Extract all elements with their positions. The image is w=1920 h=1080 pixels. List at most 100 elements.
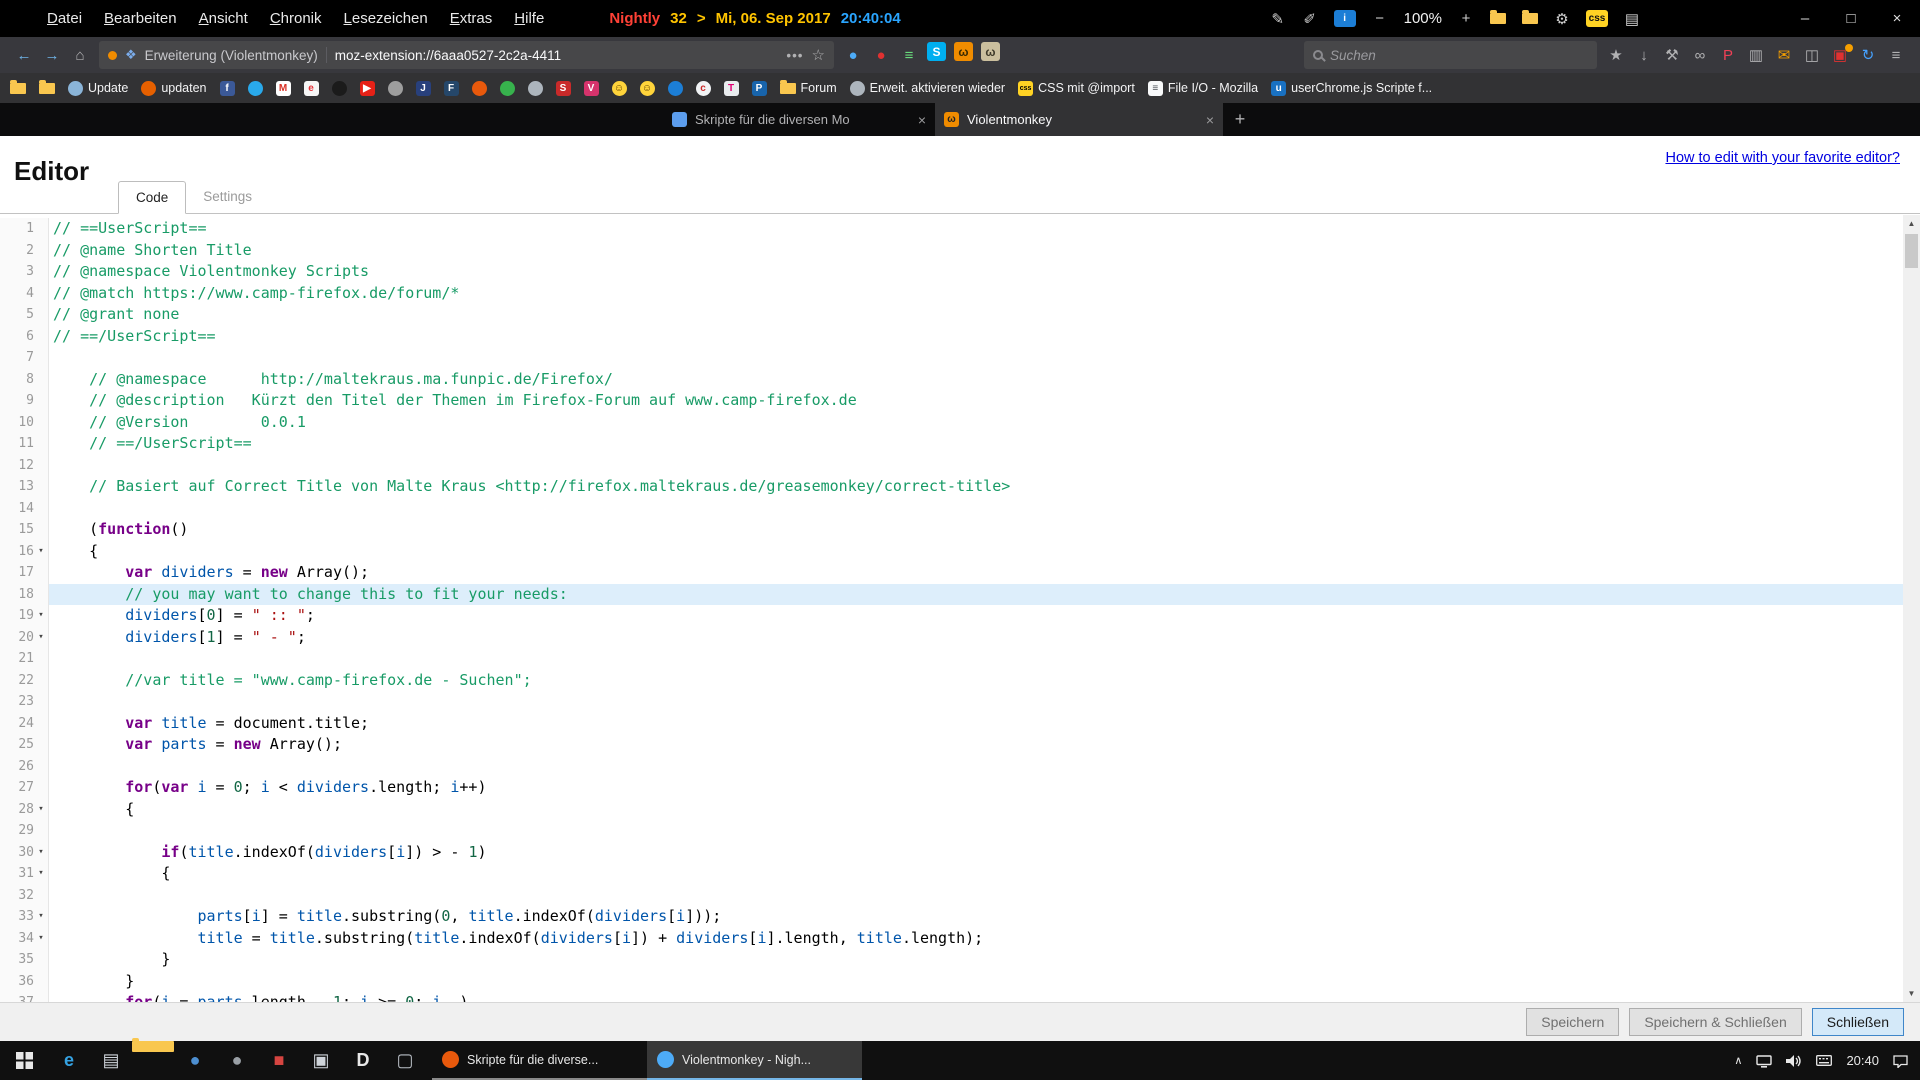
scroll-up-icon[interactable]: ▲ — [1903, 215, 1920, 232]
bookmark-item[interactable]: c — [696, 81, 711, 96]
code-line[interactable]: 32 — [0, 885, 1920, 907]
close-button[interactable]: × — [1874, 0, 1920, 37]
zoom-level-button[interactable]: 100% — [1404, 10, 1442, 27]
notes-icon[interactable]: ▤ — [1624, 10, 1640, 28]
fold-marker-icon[interactable]: ▾ — [34, 541, 49, 563]
edge-icon[interactable]: e — [48, 1041, 90, 1080]
code-line[interactable]: 7 — [0, 347, 1920, 369]
folder-export-icon[interactable] — [1522, 13, 1538, 24]
code-line[interactable]: 14 — [0, 498, 1920, 520]
fold-marker-icon[interactable]: ▾ — [34, 906, 49, 928]
mail-icon[interactable]: ✉ — [1770, 42, 1798, 68]
code-line[interactable]: 12 — [0, 455, 1920, 477]
menu-extras[interactable]: Extras — [439, 10, 504, 27]
bookmark-item[interactable]: Forum — [780, 81, 837, 95]
bookmark-item[interactable]: updaten — [141, 81, 206, 96]
bookmark-item[interactable] — [39, 83, 55, 94]
bookmark-item[interactable]: ▶ — [360, 81, 375, 96]
code-line[interactable]: 26 — [0, 756, 1920, 778]
bookmark-item[interactable]: cssCSS mit @import — [1018, 81, 1135, 96]
css-badge-icon[interactable]: css — [1586, 10, 1608, 27]
close-tab-icon[interactable]: × — [918, 112, 926, 128]
speichern-schließen-button[interactable]: Speichern & Schließen — [1629, 1008, 1801, 1036]
minimize-button[interactable]: – — [1782, 0, 1828, 37]
url-text[interactable]: moz-extension://6aaa0527-2c2a-4411 — [335, 48, 561, 63]
code-line[interactable]: 22 //var title = "www.camp-firefox.de - … — [0, 670, 1920, 692]
code-line[interactable]: 34▾ title = title.substring(title.indexO… — [0, 928, 1920, 950]
code-line[interactable]: 35 } — [0, 949, 1920, 971]
app-gray-icon[interactable]: ● — [216, 1041, 258, 1080]
scroll-down-icon[interactable]: ▼ — [1903, 985, 1920, 1002]
bookmark-item[interactable] — [248, 81, 263, 96]
sidebar-icon[interactable]: ◫ — [1798, 42, 1826, 68]
chevron-up-icon[interactable]: ∧ — [1734, 1054, 1742, 1067]
bookmark-item[interactable]: uuserChrome.js Scripte f... — [1271, 81, 1432, 96]
code-line[interactable]: 19▾ dividers[0] = " :: "; — [0, 605, 1920, 627]
bookmark-item[interactable]: e — [304, 81, 319, 96]
code-line[interactable]: 15 (function() — [0, 519, 1920, 541]
bookmark-item[interactable]: P — [752, 81, 767, 96]
code-line[interactable]: 10 // @Version 0.0.1 — [0, 412, 1920, 434]
menu-chronik[interactable]: Chronik — [259, 10, 333, 27]
bookmark-item[interactable] — [528, 81, 543, 96]
explorer-icon[interactable] — [132, 1041, 174, 1052]
sync-icon[interactable]: ↻ — [1854, 42, 1882, 68]
bookmark-item[interactable]: Erweit. aktivieren wieder — [850, 81, 1005, 96]
code-line[interactable]: 3// @namespace Violentmonkey Scripts — [0, 261, 1920, 283]
info-icon[interactable]: i — [1334, 10, 1356, 27]
bookmark-item[interactable]: F — [444, 81, 459, 96]
app-blue-icon[interactable]: ● — [174, 1041, 216, 1080]
document-icon[interactable]: ▤ — [90, 1041, 132, 1080]
taskbar-clock[interactable]: 20:40 — [1846, 1053, 1879, 1068]
new-tab-button[interactable]: + — [1223, 103, 1257, 136]
bookmark-item[interactable] — [668, 81, 683, 96]
editor-help-link[interactable]: How to edit with your favorite editor? — [1665, 150, 1900, 166]
menu-bearbeiten[interactable]: Bearbeiten — [93, 10, 188, 27]
gear-icon[interactable]: ⚙ — [1554, 10, 1570, 28]
code-line[interactable]: 29 — [0, 820, 1920, 842]
code-line[interactable]: 6// ==/UserScript== — [0, 326, 1920, 348]
menu-datei[interactable]: Datei — [36, 10, 93, 27]
start-button[interactable] — [0, 1041, 48, 1080]
code-line[interactable]: 30▾ if(title.indexOf(dividers[i]) > - 1) — [0, 842, 1920, 864]
link-icon[interactable]: ∞ — [1686, 42, 1714, 68]
bookmark-item[interactable]: ☺ — [640, 81, 655, 96]
greasemonkey-icon[interactable]: ω — [981, 42, 1000, 61]
violentmonkey-icon[interactable]: ω — [954, 42, 973, 61]
url-bar[interactable]: ❖ Erweiterung (Violentmonkey) moz-extens… — [99, 41, 834, 69]
list-icon[interactable]: ≡ — [895, 42, 923, 68]
bookmark-item[interactable] — [10, 83, 26, 94]
code-line[interactable]: 37 for(i = parts.length - 1; i >= 0; i--… — [0, 992, 1920, 1002]
library-icon[interactable]: ▥ — [1742, 42, 1770, 68]
bookmark-item[interactable] — [332, 81, 347, 96]
code-line[interactable]: 23 — [0, 691, 1920, 713]
bookmark-item[interactable] — [500, 81, 515, 96]
bookmark-item[interactable]: S — [556, 81, 571, 96]
pen-icon[interactable]: ✐ — [1302, 10, 1318, 28]
fold-marker-icon[interactable]: ▾ — [34, 605, 49, 627]
download-icon[interactable]: ↓ — [1630, 42, 1658, 68]
fold-marker-icon[interactable]: ▾ — [34, 842, 49, 864]
bookmark-item[interactable]: V — [584, 81, 599, 96]
tab-violentmonkey[interactable]: ωViolentmonkey× — [935, 103, 1223, 136]
tab-settings[interactable]: Settings — [186, 181, 269, 214]
menu-icon[interactable]: ≡ — [1882, 42, 1910, 68]
editor-scrollbar[interactable]: ▲ ▼ — [1903, 215, 1920, 1002]
bookmark-item[interactable]: M — [276, 81, 291, 96]
code-line[interactable]: 21 — [0, 648, 1920, 670]
bookmark-item[interactable]: ☺ — [612, 81, 627, 96]
tab-skripte-für-die-diversen-mo[interactable]: Skripte für die diversen Mo× — [663, 103, 935, 136]
bookmark-item[interactable]: J — [416, 81, 431, 96]
bookmark-item[interactable]: Update — [68, 81, 128, 96]
action-center-icon[interactable] — [1893, 1054, 1908, 1068]
addon-alert-icon[interactable]: ▣ — [1826, 42, 1854, 68]
bookmark-item[interactable]: f — [220, 81, 235, 96]
code-line[interactable]: 17 var dividers = new Array(); — [0, 562, 1920, 584]
code-line[interactable]: 25 var parts = new Array(); — [0, 734, 1920, 756]
fold-marker-icon[interactable]: ▾ — [34, 928, 49, 950]
page-actions-icon[interactable]: ••• — [786, 48, 803, 63]
skype-icon[interactable]: S — [927, 42, 946, 61]
schließen-button[interactable]: Schließen — [1812, 1008, 1904, 1036]
code-line[interactable]: 11 // ==/UserScript== — [0, 433, 1920, 455]
menu-hilfe[interactable]: Hilfe — [503, 10, 555, 27]
